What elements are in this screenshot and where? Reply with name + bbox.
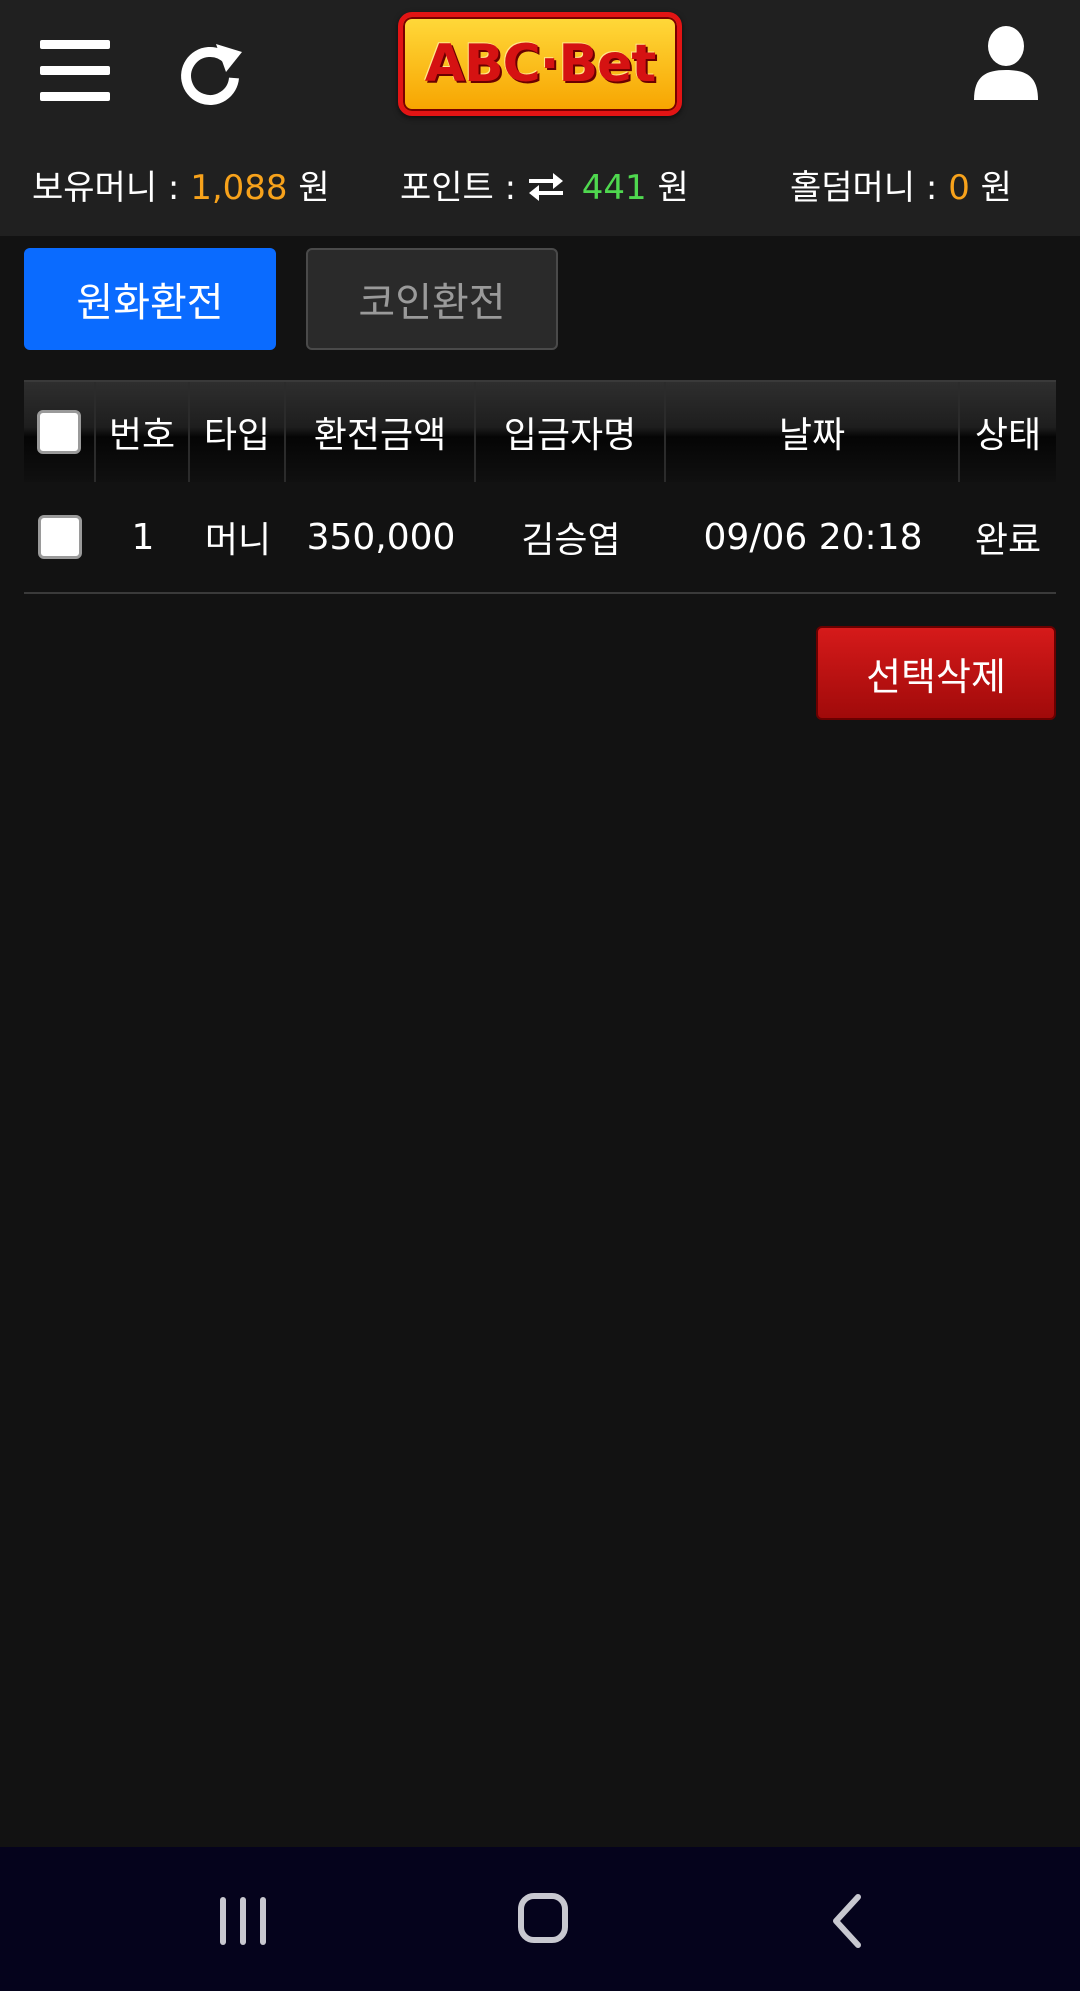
cell-date: 09/06 20:18: [703, 516, 923, 558]
logo-text: ABC·Bet: [424, 34, 657, 94]
cell-number: 1: [131, 516, 155, 558]
refresh-icon[interactable]: [176, 38, 244, 106]
home-icon[interactable]: [518, 1893, 568, 1943]
header-checkbox-cell: [24, 382, 96, 482]
cell-depositor: 김승엽: [521, 520, 621, 561]
column-header-type: 타입: [190, 382, 286, 482]
column-header-date: 날짜: [666, 382, 960, 482]
point-unit: 원: [657, 168, 689, 208]
user-icon[interactable]: [970, 24, 1042, 104]
tab-krw-exchange[interactable]: 원화환전: [24, 248, 276, 350]
system-navigation-bar: [0, 1847, 1080, 1991]
point-value: 441: [581, 168, 647, 208]
column-header-status: 상태: [974, 415, 1042, 456]
money-label: 보유머니 :: [32, 168, 180, 208]
point-label: 포인트 :: [400, 168, 517, 208]
column-header-amount: 환전금액: [286, 382, 476, 482]
swap-arrows-icon[interactable]: [527, 162, 565, 218]
cell-status: 완료: [974, 520, 1042, 561]
select-all-checkbox[interactable]: [37, 410, 81, 454]
cell-type: 머니: [204, 520, 272, 561]
hamburger-menu-icon[interactable]: [40, 38, 110, 102]
hold-label: 홀덤머니 :: [790, 168, 938, 208]
table-header: 번호 타입 환전금액 입금자명 날짜 상태: [24, 380, 1056, 482]
hold-balance: 홀덤머니 : 0 원: [790, 160, 1012, 216]
money-unit: 원: [298, 168, 330, 208]
row-checkbox[interactable]: [38, 515, 82, 559]
exchange-history-table: 번호 타입 환전금액 입금자명 날짜 상태 1 머니 350,000 김승엽 0…: [24, 380, 1056, 594]
point-balance: 포인트 : 441 원: [400, 160, 689, 218]
hold-value: 0: [948, 168, 970, 208]
recent-apps-icon[interactable]: [218, 1897, 268, 1947]
cell-amount: 350,000: [306, 516, 456, 558]
page: ABC·Bet 보유머니 : 1,088 원 포인트 : 441 원 홀덤머니 …: [0, 0, 1080, 1991]
column-header-depositor: 입금자명: [476, 382, 666, 482]
header: ABC·Bet 보유머니 : 1,088 원 포인트 : 441 원 홀덤머니 …: [0, 0, 1080, 236]
back-icon[interactable]: [826, 1891, 866, 1951]
balance-bar: 보유머니 : 1,088 원 포인트 : 441 원 홀덤머니: 0 원: [0, 160, 1080, 216]
table-row: 1 머니 350,000 김승엽 09/06 20:18 완료: [24, 482, 1056, 594]
column-header-number: 번호: [96, 382, 190, 482]
row-checkbox-cell: [24, 482, 96, 592]
money-value: 1,088: [190, 168, 288, 208]
tab-coin-exchange[interactable]: 코인환전: [306, 248, 558, 350]
money-balance: 보유머니 : 1,088 원: [32, 160, 330, 216]
hold-unit: 원: [980, 168, 1012, 208]
logo[interactable]: ABC·Bet: [398, 12, 682, 116]
delete-selected-button[interactable]: 선택삭제: [816, 626, 1056, 720]
